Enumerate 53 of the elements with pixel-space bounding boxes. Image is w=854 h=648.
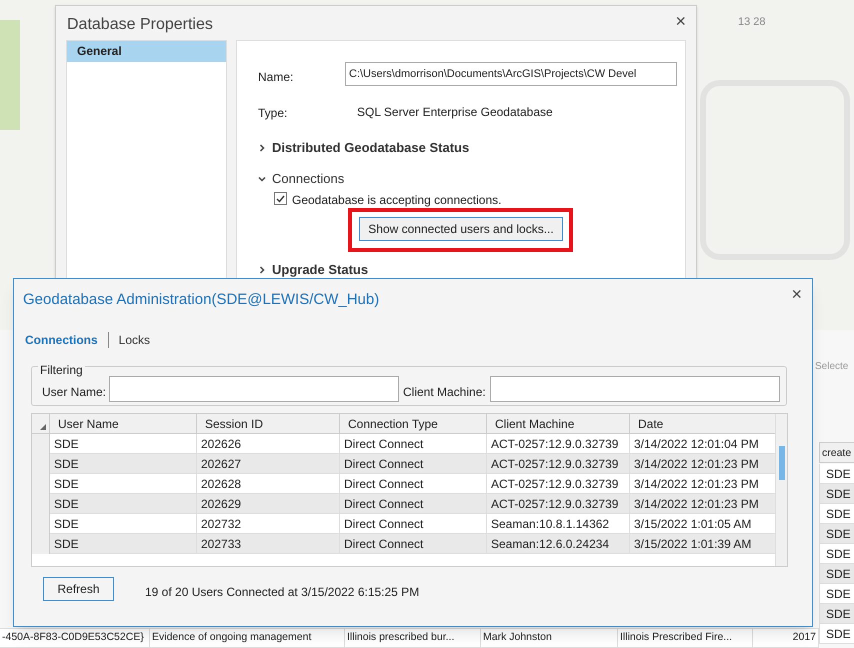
refresh-button[interactable]: Refresh (43, 577, 114, 601)
table-cell: Seaman:12.6.0.24234 (487, 534, 630, 554)
close-button[interactable]: × (675, 12, 686, 30)
table-cell: SDE (819, 524, 854, 544)
checkbox[interactable] (274, 192, 287, 205)
type-value: SQL Server Enterprise Geodatabase (357, 104, 553, 121)
section-header[interactable]: Distributed Geodatabase Status (272, 138, 470, 158)
field-label: User Name: (42, 384, 106, 401)
dialog-title: Database Properties (67, 15, 213, 35)
tab[interactable]: Locks (118, 331, 150, 349)
client-machine-field[interactable] (490, 376, 780, 402)
check-icon (276, 194, 285, 202)
chevron-down-icon[interactable] (258, 174, 266, 183)
column-header: create (819, 442, 854, 463)
table-cell: Direct Connect (340, 534, 487, 554)
select-all-icon[interactable] (40, 424, 46, 430)
map-label: 13 28 (738, 15, 766, 30)
table-cell: SDE (50, 534, 197, 554)
table-cell: SDE (819, 624, 854, 644)
scroll-thumb[interactable] (779, 446, 785, 480)
dialog-title: Geodatabase Administration(SDE@LEWIS/CW_Hub) (23, 290, 380, 310)
table-cell: SDE (819, 584, 854, 604)
tab[interactable]: Connections (25, 331, 98, 349)
table-cell: SDE (819, 504, 854, 524)
table-cell: SDE (819, 464, 854, 484)
field-label: Client Machine: (403, 384, 486, 401)
scrollbar[interactable] (775, 414, 787, 566)
table-cell: Mark Johnston (481, 629, 618, 648)
chevron-right-icon[interactable] (258, 144, 266, 152)
section-header[interactable]: Connections (272, 169, 344, 188)
field-label: Name: (258, 69, 294, 86)
table-cell: SDE (819, 484, 854, 504)
selection-label: Selecte (815, 360, 848, 374)
table-cell: 202733 (197, 534, 340, 554)
field-label: Type: (258, 105, 288, 122)
status-text: 19 of 20 Users Connected at 3/15/2022 6:15:25 PM (145, 584, 420, 601)
user-name-field[interactable] (109, 376, 399, 402)
checkbox-label: Geodatabase is accepting connections. (292, 192, 502, 209)
close-button[interactable]: × (791, 285, 802, 303)
table-cell: SDE (819, 564, 854, 584)
table-cell: Evidence of ongoing management (150, 629, 345, 648)
section-header[interactable]: Upgrade Status (272, 260, 368, 280)
show-users-button[interactable]: Show connected users and locks... (359, 217, 563, 241)
table-cell: -450A-8F83-C0D9E53C52CE} (0, 629, 150, 648)
row-header[interactable] (32, 534, 50, 554)
table-cell: 2017 (753, 629, 819, 648)
table-cell: SDE (819, 544, 854, 564)
nav-item[interactable]: General (67, 41, 226, 62)
table-cell: SDE (819, 604, 854, 624)
table-cell: Illinois Prescribed Fire... (618, 629, 753, 648)
name-field[interactable]: C:\Users\dmorrison\Documents\ArcGIS\Projects\CW Devel (345, 62, 677, 86)
table-cell: Illinois prescribed bur... (345, 629, 481, 648)
chevron-right-icon[interactable] (258, 266, 266, 274)
